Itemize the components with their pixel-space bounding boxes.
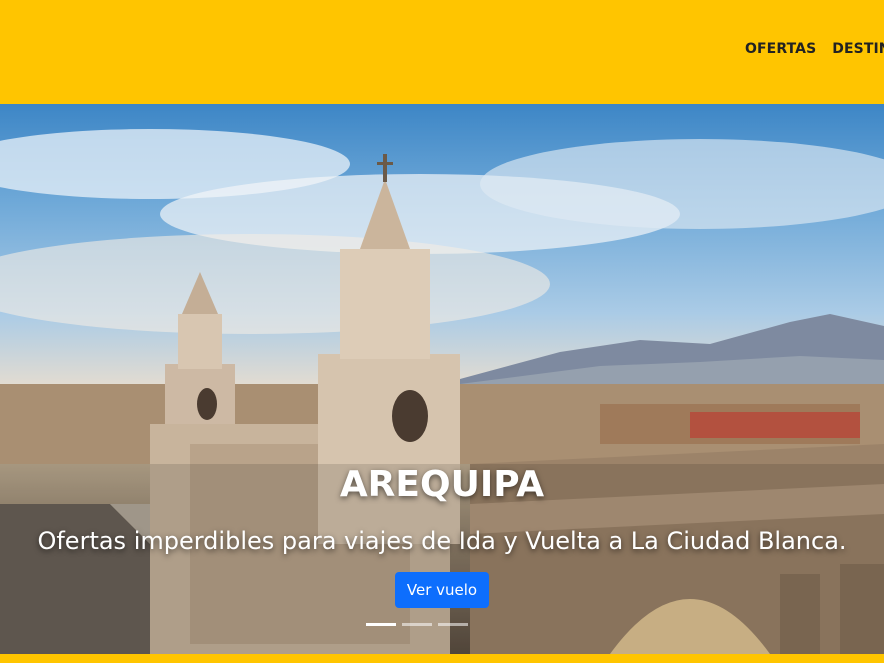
nav-link-ofertas[interactable]: OFERTAS — [745, 41, 816, 57]
ver-vuelo-button[interactable]: Ver vuelo — [394, 572, 490, 608]
carousel-caption: AREQUIPA Ofertas imperdibles para viajes… — [0, 464, 884, 608]
carousel-indicator-1[interactable] — [366, 623, 396, 626]
carousel-indicator-2[interactable] — [402, 623, 432, 626]
carousel-indicators — [366, 623, 468, 626]
hero-title: AREQUIPA — [339, 464, 545, 505]
hero-carousel: AREQUIPA Ofertas imperdibles para viajes… — [0, 104, 884, 654]
top-navbar: OFERTAS DESTIN — [0, 0, 884, 104]
nav-link-destinos[interactable]: DESTIN — [832, 41, 884, 57]
hero-subtitle: Ofertas imperdibles para viajes de Ida y… — [37, 527, 847, 555]
bottom-band — [0, 654, 884, 663]
main-nav: OFERTAS DESTIN — [745, 41, 884, 57]
carousel-indicator-3[interactable] — [438, 623, 468, 626]
